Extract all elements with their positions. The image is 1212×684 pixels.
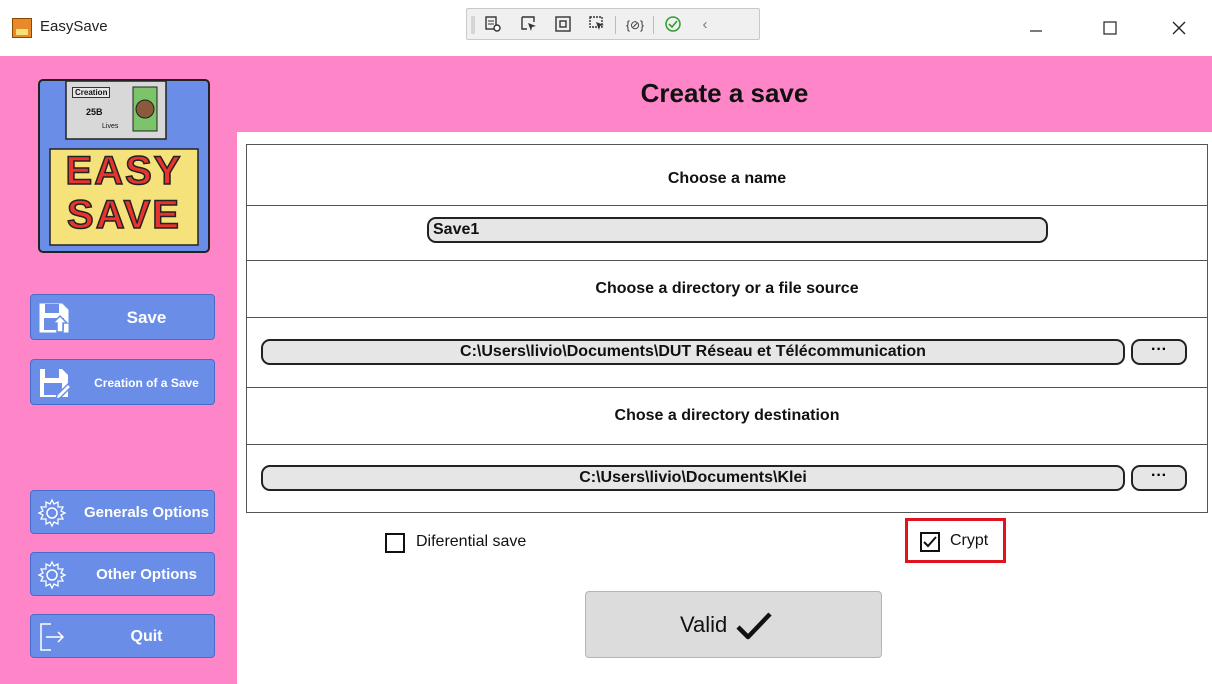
live-visual-tree-icon[interactable] <box>483 15 503 35</box>
differential-save-checkbox[interactable] <box>385 533 405 553</box>
destination-browse-button[interactable]: ··· <box>1131 465 1187 491</box>
source-browse-button[interactable]: ··· <box>1131 339 1187 365</box>
valid-button[interactable]: Valid <box>585 591 882 658</box>
binding-failures-icon[interactable]: {⊘} <box>625 15 645 35</box>
divider <box>247 317 1207 318</box>
valid-button-label: Valid <box>680 612 728 637</box>
minimize-icon[interactable] <box>1022 14 1050 42</box>
crypt-checkbox[interactable] <box>920 532 940 552</box>
logo-label-line: Lives <box>102 123 119 130</box>
logo-word-save: SAVE <box>66 192 181 238</box>
display-layout-adorners-icon[interactable] <box>553 15 573 35</box>
create-save-form: Choose a name Save1 Choose a directory o… <box>246 144 1208 513</box>
name-input[interactable]: Save1 <box>427 217 1048 243</box>
checkmark-icon <box>736 612 772 645</box>
floppy-upload-icon <box>37 301 71 340</box>
other-options-label: Other Options <box>96 566 197 583</box>
source-label: Choose a directory or a file source <box>595 280 859 297</box>
divider <box>247 444 1207 445</box>
maximize-icon[interactable] <box>1096 14 1124 42</box>
divider <box>247 205 1207 206</box>
close-icon[interactable] <box>1165 14 1193 42</box>
name-label: Choose a name <box>667 170 787 187</box>
exit-icon <box>37 621 67 658</box>
collapse-chevron-icon[interactable]: ‹ <box>695 15 715 35</box>
window-title: EasySave <box>40 18 108 35</box>
other-options-nav-button[interactable]: Other Options <box>30 552 215 596</box>
generals-options-nav-button[interactable]: Generals Options <box>30 490 215 534</box>
debug-toolbar: {⊘} ‹ <box>466 8 760 40</box>
logo-label-line: Creation <box>72 87 111 98</box>
save-nav-label: Save <box>126 308 167 327</box>
destination-label: Chose a directory destination <box>614 407 840 424</box>
divider <box>247 260 1207 261</box>
hot-reload-check-icon[interactable] <box>663 15 683 35</box>
easysave-logo: Creation 25B Lives EASY SAVE <box>38 79 210 253</box>
differential-save-label: Diferential save <box>416 533 527 550</box>
app-icon <box>12 18 32 38</box>
generals-options-label: Generals Options <box>83 504 210 521</box>
crypt-label: Crypt <box>950 532 989 549</box>
logo-label-line: 25B <box>86 107 103 117</box>
source-path-input[interactable]: C:\Users\livio\Documents\DUT Réseau et T… <box>261 339 1125 365</box>
quit-label: Quit <box>130 628 163 645</box>
divider <box>247 387 1207 388</box>
save-nav-button[interactable]: Save <box>30 294 215 340</box>
track-focused-element-icon[interactable] <box>587 15 607 35</box>
select-element-icon[interactable] <box>519 15 539 35</box>
quit-nav-button[interactable]: Quit <box>30 614 215 658</box>
page-title: Create a save <box>640 78 809 108</box>
gear-icon <box>37 560 67 595</box>
floppy-edit-icon <box>37 366 73 405</box>
destination-path-input[interactable]: C:\Users\livio\Documents\Klei <box>261 465 1125 491</box>
check-icon <box>923 536 937 548</box>
gear-icon <box>37 498 67 533</box>
creation-nav-label: Creation of a Save <box>94 376 199 390</box>
logo-word-easy: EASY <box>65 148 183 194</box>
creation-of-a-save-nav-button[interactable]: Creation of a Save <box>30 359 215 405</box>
